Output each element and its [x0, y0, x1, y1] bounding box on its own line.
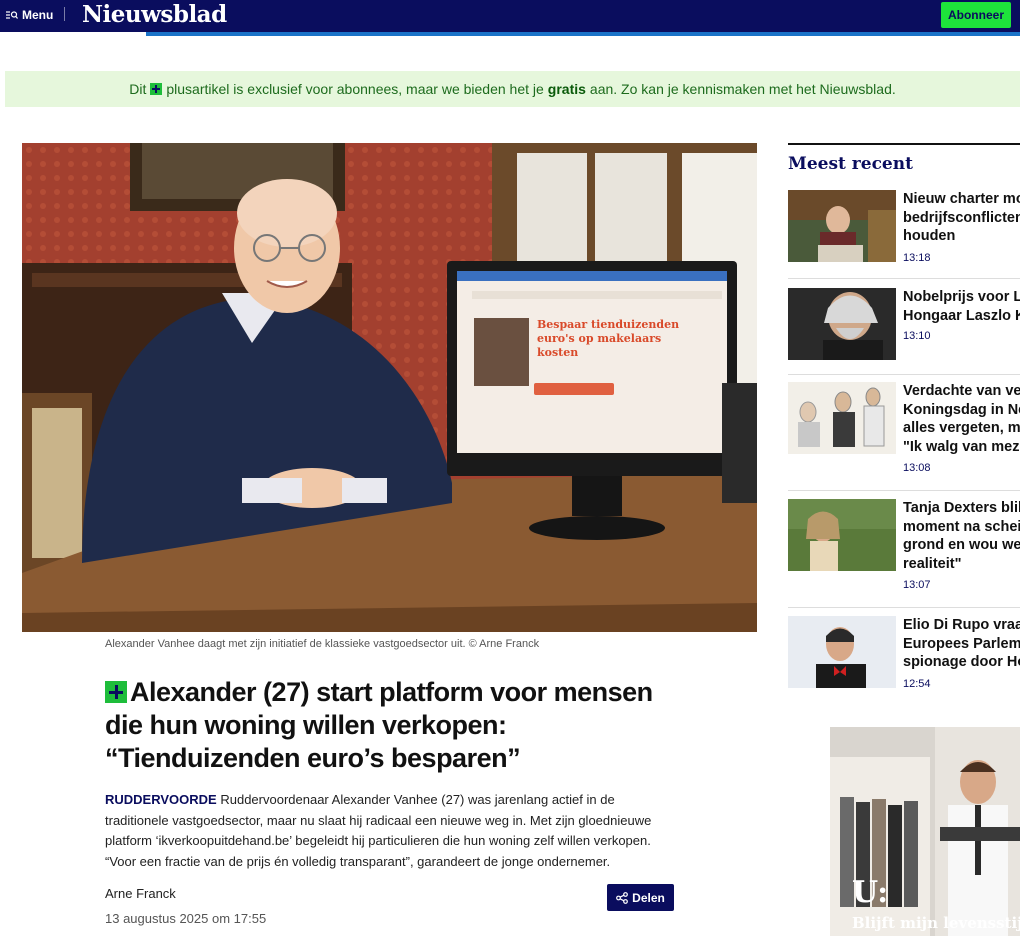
share-label: Delen	[632, 890, 665, 905]
news-divider	[788, 374, 1020, 375]
news-item[interactable]: Tanja Dexters blikt moment na scheiding …	[788, 499, 1020, 595]
menu-divider	[64, 7, 65, 21]
article-lead: RUDDERVOORDE Ruddervoordenaar Alexander …	[105, 790, 675, 872]
news-thumbnail	[788, 288, 896, 360]
news-time: 13:07	[903, 579, 931, 591]
promo-text-start: Dit	[129, 81, 147, 97]
site-logo[interactable]: Nieuwsblad	[82, 0, 227, 30]
news-headline: Verdachte van verkrachting Koningsdag in…	[903, 383, 1020, 455]
news-headline: Nobelprijs voor Literatuur Hongaar Laszl…	[903, 289, 1020, 324]
news-divider	[788, 607, 1020, 608]
photo-caption: Alexander Vanhee daagt met zijn initiati…	[105, 638, 540, 650]
subscribe-button[interactable]: Abonneer	[941, 2, 1011, 28]
article-author[interactable]: Arne Franck	[105, 886, 176, 901]
news-item[interactable]: Elio Di Rupo vraagt Europees Parlement s…	[788, 616, 1020, 696]
menu-label: Menu	[22, 8, 54, 22]
share-icon	[616, 891, 629, 904]
plus-article-icon	[105, 681, 127, 703]
news-time: 12:54	[903, 678, 931, 690]
news-thumbnail	[788, 382, 896, 454]
hero-illustration	[22, 143, 757, 632]
news-thumbnail	[788, 616, 896, 688]
news-headline: Nieuw charter moet bedrijfsconflicten ho…	[903, 191, 1020, 244]
news-divider	[788, 490, 1020, 491]
news-headline: Tanja Dexters blikt moment na scheiding …	[903, 500, 1020, 572]
share-button[interactable]: Delen	[607, 884, 674, 911]
plus-article-banner: Dit plusartikel is exclusief voor abonne…	[5, 71, 1020, 107]
news-time: 13:08	[903, 462, 931, 474]
promo-text-middle: plusartikel is exclusief voor abonnees, …	[166, 81, 544, 97]
menu-button[interactable]: Menu	[6, 6, 53, 24]
news-divider	[788, 278, 1020, 279]
article-date: 13 augustus 2025 om 17:55	[105, 911, 267, 926]
news-headline: Elio Di Rupo vraagt Europees Parlement s…	[903, 617, 1020, 670]
sidebar-rule	[788, 143, 1020, 145]
news-item[interactable]: Nobelprijs voor Literatuur Hongaar Laszl…	[788, 288, 1020, 368]
article-location: RUDDERVOORDE	[105, 792, 217, 807]
search-menu-icon	[6, 11, 18, 19]
header-accent-line	[146, 32, 1020, 36]
promo-text-end: aan. Zo kan je kennismaken met het Nieuw…	[589, 81, 896, 97]
plus-icon	[150, 83, 163, 95]
article-hero-photo[interactable]	[22, 143, 757, 632]
ad-logo: U:	[852, 875, 889, 910]
top-navigation-bar: Menu Nieuwsblad Abonneer	[0, 0, 1020, 32]
news-item[interactable]: Nieuw charter moet bedrijfsconflicten ho…	[788, 190, 1020, 270]
article-headline: Alexander (27) start platform voor mense…	[105, 676, 695, 775]
ad-text: Blijft mijn levensstijl	[852, 914, 1020, 932]
headline-text: Alexander (27) start platform voor mense…	[105, 677, 653, 773]
monitor-screen-heading: Bespaar tienduizenden euro's op makelaar…	[537, 318, 680, 359]
news-thumbnail	[788, 190, 896, 262]
news-time: 13:18	[903, 252, 931, 264]
sidebar-title: Meest recent	[788, 154, 913, 174]
news-item[interactable]: Verdachte van verkrachting Koningsdag in…	[788, 382, 1020, 478]
promo-free-label: gratis	[547, 81, 586, 97]
news-thumbnail	[788, 499, 896, 571]
news-time: 13:10	[903, 330, 931, 342]
advertisement[interactable]: U: Blijft mijn levensstijl	[830, 727, 1020, 936]
